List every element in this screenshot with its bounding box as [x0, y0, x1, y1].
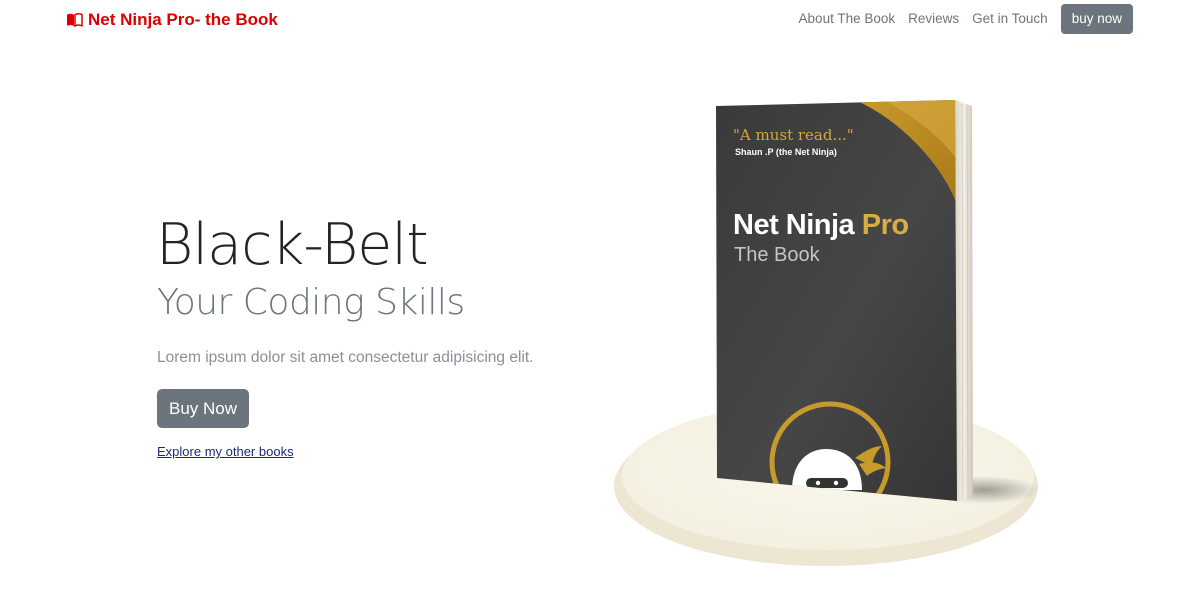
brand-link[interactable]: Net Ninja Pro- the Book — [66, 9, 278, 31]
nav-buy-now-button[interactable]: buy now — [1060, 4, 1133, 34]
nav-link-contact[interactable]: Get in Touch — [972, 4, 1048, 34]
nav-link-about[interactable]: About The Book — [799, 4, 896, 34]
book-cover-title: Net Ninja Pro — [733, 206, 909, 244]
brand-label: Net Ninja Pro- the Book — [88, 10, 278, 29]
hero-title: Black-Belt — [156, 212, 429, 278]
book-quote-author: Shaun .P (the Net Ninja) — [735, 147, 837, 157]
nav-links: About The Book Reviews Get in Touch buy … — [786, 4, 1133, 34]
book-icon — [67, 13, 83, 27]
book-title-main: Net Ninja — [733, 209, 855, 241]
explore-books-link[interactable]: Explore my other books — [157, 444, 294, 460]
hero-lead-text: Lorem ipsum dolor sit amet consectetur a… — [157, 349, 534, 366]
book-quote: "A must read..." — [733, 126, 854, 144]
book-title-accent: Pro — [861, 209, 909, 241]
book-cover-subtitle: The Book — [734, 244, 820, 266]
nav-link-reviews[interactable]: Reviews — [908, 4, 959, 34]
book-cover-image — [614, 100, 1040, 566]
hero-subtitle: Your Coding Skills — [157, 282, 465, 323]
hero-buy-now-button[interactable]: Buy Now — [157, 389, 249, 428]
navbar: Net Ninja Pro- the Book About The Book R… — [0, 0, 1200, 40]
